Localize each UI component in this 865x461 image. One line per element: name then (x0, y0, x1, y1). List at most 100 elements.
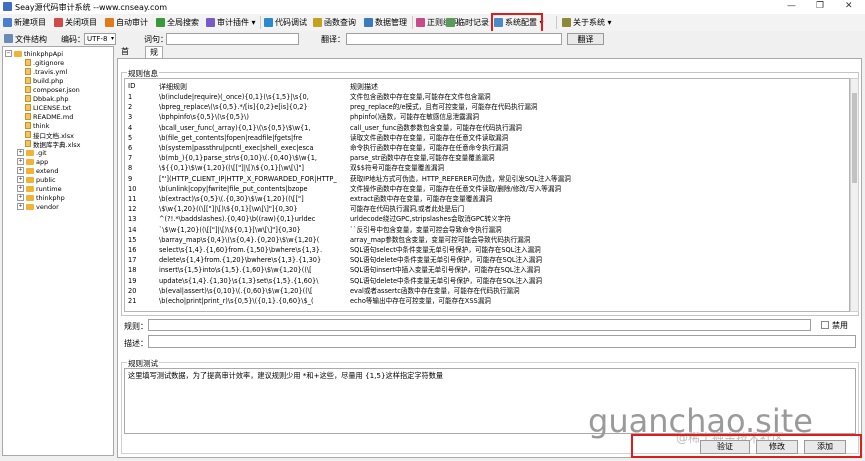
tree-folder[interactable]: + runtime (17, 184, 62, 193)
rule-row[interactable]: 7 \b(mb_){0,1}parse_str\s{0,10}\(.{0,40}\… (125, 154, 849, 163)
file-icon (25, 77, 31, 84)
rule-row[interactable]: 21 \b(echo|print|print_r)\s{0,5}\({0,1}.{… (125, 297, 849, 306)
rule-row[interactable]: 13 ^(?!.*\baddslashes).{0,40}\b((raw){0,1… (125, 215, 849, 224)
maximize-icon[interactable]: ❐ (816, 1, 824, 11)
rule-desc: SQL语句delete中条件变量无单引号保护，可能存在SQL注入漏洞 (350, 256, 542, 265)
tree-item[interactable]: Dbbak.php (25, 94, 68, 103)
rule-row[interactable]: 15 \barray_map\s{0,4}\(\s{0,4}.{0,20}\$\w… (125, 236, 849, 245)
rule-row[interactable]: 1 \b(include|require)(_once){0,1}(\s{1,5}… (125, 93, 849, 102)
tree-item-label: .gitignore (33, 58, 65, 67)
disable-checkbox[interactable] (821, 321, 829, 329)
rule-row[interactable]: 2 \bpreg_replace\(\s{0,5}.*/[is]{0,2}e[is… (125, 103, 849, 112)
rule-row[interactable]: 4 \bcall_user_func(_array){0,1}\(\s{0,5}\… (125, 124, 849, 133)
rule-row[interactable]: 18 insert\s{1,5}into\s{1,5}.{1,60}\$\w{1,… (125, 266, 849, 275)
toolbar-separator (412, 16, 413, 29)
audit-plugin-menu[interactable]: 审计插件 ▾ (206, 16, 256, 29)
rule-row[interactable]: 5 \b(file_get_contents|fopen|readfile|fge… (125, 134, 849, 143)
rule-desc: extract函数中存在变量，可能存在变量覆盖漏洞 (350, 195, 493, 203)
temp-record-label: 临时记录 (457, 18, 489, 27)
file-icon (25, 95, 31, 102)
function-query-icon (313, 18, 322, 27)
column-header-id[interactable]: ID (128, 82, 135, 90)
rule-row[interactable]: 19 update\s{1,4}.{1,30}\s{1,3}set\s{1,5}.… (125, 277, 849, 286)
close-project-icon (54, 18, 63, 27)
vertical-scrollbar[interactable] (850, 78, 859, 312)
rule-desc: 文件操作函数中存在变量，可能存在任意文件读取/删除/修改/写入等漏洞 (350, 184, 562, 193)
rules-list[interactable]: ID 详细规则 规则描述 1 \b(include|require)(_once)… (124, 78, 850, 312)
debug-button[interactable]: 代码调试 (264, 16, 307, 29)
close-icon[interactable]: ✕ (845, 1, 853, 11)
auto-audit-label: 自动审计 (116, 18, 148, 27)
rule-row[interactable]: 12 \$\w{1,20}((\[["]|\[)\${0,1}[\w\[\]"]{… (125, 205, 849, 214)
word-input[interactable] (166, 33, 299, 45)
tree-item[interactable]: README.md (25, 112, 73, 121)
tree-folder[interactable]: + extend (17, 166, 59, 175)
rule-desc: 双$$符号可能存在变量覆盖漏洞 (350, 164, 445, 173)
auto-audit-icon (105, 18, 114, 27)
minimize-icon[interactable]: — (787, 1, 796, 11)
tree-folder[interactable]: + vendor (17, 202, 59, 211)
rule-id: 13 (128, 215, 137, 224)
rule-regex: \b(system|passthru|pcntl_exec|shell_exec… (159, 144, 314, 152)
rule-row[interactable]: 8 \${{0,1}\$\w{1,20}((\[["]|\[)\${0,1}[\w… (125, 164, 849, 173)
scrollbar-thumb[interactable] (852, 93, 857, 183)
tree-item-label: vendor (36, 202, 59, 211)
rule-row[interactable]: 16 select\s{1,4}.{1,60}from.{1,50}\bwhere… (125, 246, 849, 255)
tree-item[interactable]: .gitignore (25, 58, 64, 67)
translate-input[interactable] (346, 33, 562, 45)
rule-row[interactable]: 10 \b(unlink|copy|fwrite|file_put_content… (125, 185, 849, 194)
column-header-desc[interactable]: 规则描述 (350, 82, 378, 92)
tree-item[interactable]: composer.json (25, 85, 80, 94)
main-toolbar: 新建项目 关闭项目 自动审计 全局搜索 审计插件 ▾ 代码调试 函数查询 数据管… (0, 14, 865, 32)
highlight-box (631, 434, 862, 458)
close-project-label: 关闭项目 (65, 18, 97, 27)
rule-row[interactable]: 9 ["'](HTTP_CLIENT_IP|HTTP_X_FORWARDED_FO… (125, 175, 849, 184)
rule-row[interactable]: 3 \bphpinfo\s{0,5}\(\s{0,5}\) phpinfo()函数，… (125, 113, 849, 122)
expand-icon: + (17, 158, 24, 165)
rule-row[interactable]: 6 \b(system|passthru|pcntl_exec|shell_exe… (125, 144, 849, 153)
close-project-button[interactable]: 关闭项目 (54, 16, 97, 29)
column-header-regex[interactable]: 详细规则 (159, 82, 187, 92)
tab-home[interactable]: 首页 (117, 46, 133, 68)
desc-input[interactable] (148, 335, 856, 348)
function-query-label: 函数查询 (324, 18, 356, 27)
rule-input[interactable] (148, 319, 811, 331)
tree-item-label: extend (36, 166, 59, 175)
temp-record-button[interactable]: 临时记录 (446, 16, 489, 29)
rule-row[interactable]: 11 \b(extract)\s{0,5}\(.{0,30}\$\w{1,20}(… (125, 195, 849, 204)
encoding-select[interactable]: UTF-8 ▾ (84, 33, 116, 45)
data-manage-button[interactable]: 数据管理 (364, 16, 407, 29)
tree-folder[interactable]: + app (17, 157, 48, 166)
tree-root[interactable]: − thinkphpApi (5, 49, 63, 58)
folder-icon (26, 149, 34, 156)
rule-regex: insert\s{1,5}into\s{1,5}.{1,60}\$\w{1,20… (159, 266, 312, 275)
tree-folder[interactable]: + public (17, 175, 56, 184)
rule-row[interactable]: 17 delete\s{1,4}from.{1,20}\bwhere\s{1,3}… (125, 256, 849, 265)
auto-audit-button[interactable]: 自动审计 (105, 16, 148, 29)
new-project-button[interactable]: 新建项目 (3, 16, 46, 29)
rule-desc: array_map参数包含变量，变量可控可能会导致代码执行漏洞 (350, 235, 531, 244)
window-title: Seay源代码审计系统 --www.cnseay.com (15, 3, 168, 12)
tree-item-label: think (33, 121, 50, 130)
function-query-button[interactable]: 函数查询 (313, 16, 356, 29)
rule-id: 18 (128, 266, 137, 275)
translate-button[interactable]: 翻译 (567, 33, 604, 45)
folder-icon (26, 158, 34, 165)
tree-item-label: composer.json (33, 85, 80, 94)
data-manage-icon (364, 18, 373, 27)
tree-item[interactable]: LICENSE.txt (25, 103, 71, 112)
about-menu[interactable]: 关于系统 ▾ (562, 16, 612, 29)
rule-row[interactable]: 20 \b(eval|assert)\s{0,10}\(.{0,60}\$\w{1… (125, 287, 849, 296)
rule-row[interactable]: 14 `\$\w{1,20}((\[["]|\[)\${0,1}[\w\[\]"]… (125, 226, 849, 235)
tree-item[interactable]: .travis.yml (25, 67, 67, 76)
folder-icon (26, 167, 34, 174)
rule-id: 11 (128, 195, 137, 203)
rule-regex: \b(mb_){0,1}parse_str\s{0,10}\(.{0,40}\$… (159, 154, 317, 163)
tree-folder[interactable]: + .git (17, 148, 47, 157)
global-search-button[interactable]: 全局搜索 (156, 16, 199, 29)
tree-item[interactable]: build.php (25, 76, 63, 85)
file-tree: − thinkphpApi .gitignore .travis.yml buil… (2, 46, 114, 456)
tree-item[interactable]: 数据库字典.xlsx (25, 139, 80, 149)
tree-folder[interactable]: + thinkphp (17, 193, 65, 202)
plugin-icon (206, 18, 215, 27)
